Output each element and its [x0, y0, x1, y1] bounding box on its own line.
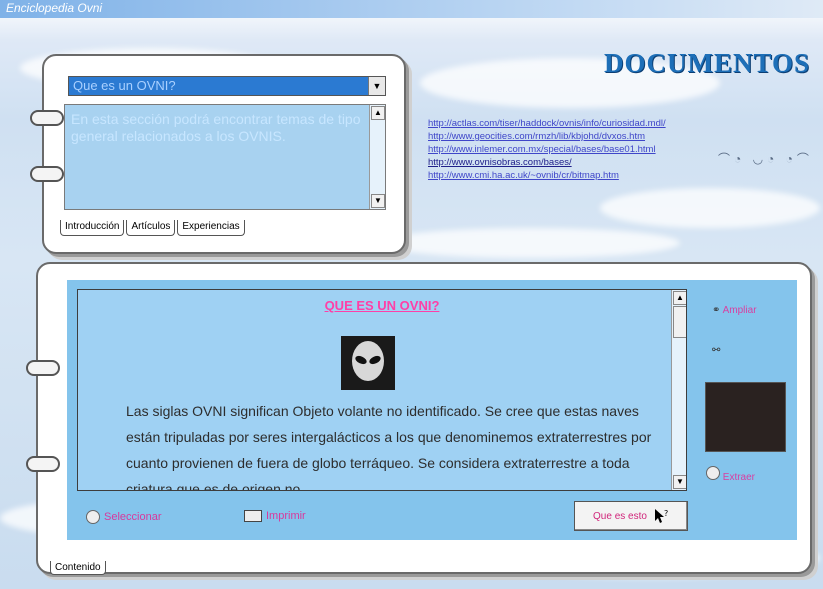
binder-ring — [30, 166, 64, 182]
tab-articulos[interactable]: Artículos — [126, 220, 176, 236]
tab-experiencias[interactable]: Experiencias — [177, 220, 245, 236]
preview-box — [705, 382, 786, 452]
scroll-down-icon[interactable]: ▼ — [371, 194, 385, 208]
intro-text: En esta sección podrá encontrar temas de… — [71, 111, 361, 144]
cloud — [380, 228, 680, 258]
ufo-icons: ⌒◔ ◡◔ ◔⌒ — [718, 152, 813, 166]
what-is-this-button[interactable]: Que es esto ? — [574, 501, 688, 531]
link-item[interactable]: http://www.inlemer.com.mx/special/bases/… — [428, 143, 666, 156]
ampliar-label: Ampliar — [722, 305, 757, 316]
print-label: Imprimir — [266, 510, 306, 522]
link-item[interactable]: http://www.ovnisobras.com/bases/ — [428, 156, 666, 169]
link-item[interactable]: http://www.cmi.ha.ac.uk/~ovnib/cr/bitmap… — [428, 169, 666, 182]
print-control[interactable]: Imprimir — [244, 510, 306, 522]
topic-select[interactable]: Que es un OVNI? ▼ — [68, 76, 386, 96]
secondary-control[interactable]: ⚯ — [712, 345, 720, 356]
link-item[interactable]: http://actlas.com/tiser/haddock/ovnis/in… — [428, 117, 666, 130]
cloud — [600, 188, 820, 228]
tab-contenido[interactable]: Contenido — [50, 561, 106, 575]
window-titlebar: Enciclopedia Ovni — [0, 0, 823, 18]
select-label: Seleccionar — [104, 511, 162, 523]
scroll-thumb[interactable] — [673, 306, 686, 338]
article-heading: QUE ES UN OVNI? — [324, 298, 440, 313]
binder-ring — [26, 360, 60, 376]
intro-tabs: Introducción Artículos Experiencias — [60, 220, 245, 236]
intro-textbox[interactable]: En esta sección podrá encontrar temas de… — [64, 104, 386, 210]
extraer-control[interactable]: Extraer — [706, 466, 755, 483]
help-cursor-icon: ? — [654, 509, 668, 523]
topic-select-value: Que es un OVNI? — [73, 78, 176, 93]
links-list: http://actlas.com/tiser/haddock/ovnis/in… — [428, 117, 666, 182]
extraer-label: Extraer — [722, 472, 756, 483]
intro-scrollbar[interactable]: ▲ ▼ — [369, 105, 385, 209]
article-body: Las siglas OVNI significan Objeto volant… — [126, 403, 652, 491]
page-title: DOCUMENTOS — [604, 48, 811, 78]
scroll-up-icon[interactable]: ▲ — [371, 106, 385, 120]
tab-introduccion[interactable]: Introducción — [60, 220, 125, 236]
radio-icon — [706, 466, 720, 480]
link-icon: ⚭ — [712, 305, 721, 316]
scroll-down-icon[interactable]: ▼ — [673, 475, 686, 489]
ampliar-control[interactable]: ⚭ Ampliar — [712, 305, 757, 316]
link-icon: ⚯ — [712, 345, 721, 356]
radio-icon — [86, 510, 100, 524]
binder-ring — [30, 110, 64, 126]
scroll-up-icon[interactable]: ▲ — [673, 291, 686, 305]
select-control[interactable]: Seleccionar — [86, 510, 161, 524]
chevron-down-icon[interactable]: ▼ — [368, 77, 385, 95]
alien-icon — [341, 336, 395, 390]
what-is-this-label: Que es esto — [593, 510, 647, 522]
window-title: Enciclopedia Ovni — [6, 1, 103, 15]
link-item[interactable]: http://www.geocities.com/rmzh/lib/kbjohd… — [428, 130, 666, 143]
printer-icon — [244, 510, 262, 522]
article-scrollbar[interactable]: ▲ ▼ — [671, 290, 686, 490]
svg-text:?: ? — [664, 509, 668, 518]
article-reader[interactable]: QUE ES UN OVNI? Las siglas OVNI signific… — [77, 289, 687, 491]
binder-ring — [26, 456, 60, 472]
